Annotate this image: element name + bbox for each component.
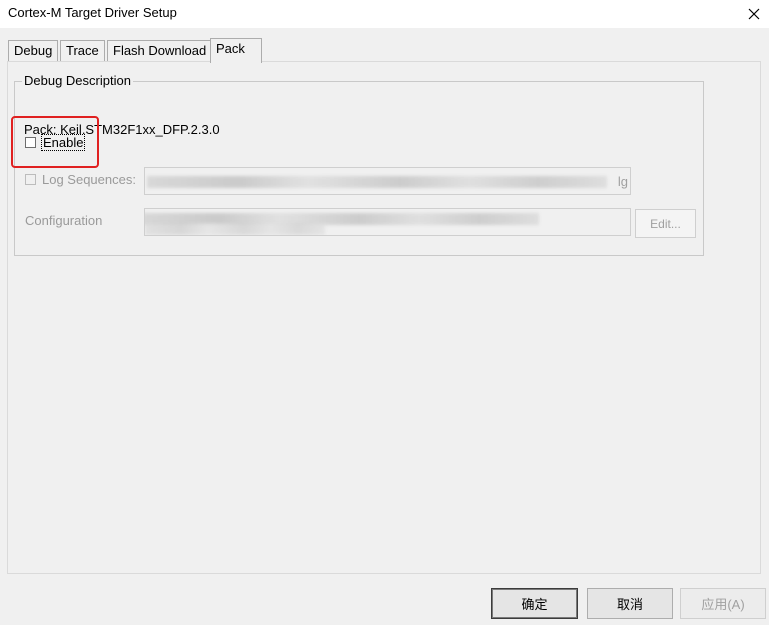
group-title: Debug Description (22, 73, 133, 88)
tab-debug[interactable]: Debug (8, 40, 59, 62)
tab-pack[interactable]: Pack (210, 38, 262, 63)
path-tail: lg (617, 174, 628, 189)
log-sequences-row: Log Sequences: (25, 172, 136, 187)
edit-button: Edit... (635, 209, 696, 238)
tab-label: Debug (14, 43, 53, 58)
enable-label: Enable (40, 134, 86, 151)
configuration-label: Configuration (25, 213, 103, 228)
tab-label: Trace (66, 43, 99, 58)
window-title: Cortex-M Target Driver Setup (8, 5, 177, 20)
dialog-window: Cortex-M Target Driver Setup Debug Trace… (0, 0, 769, 625)
tab-label: Flash Download (113, 43, 207, 58)
enable-checkbox[interactable] (25, 137, 36, 148)
tab-trace[interactable]: Trace (60, 40, 105, 62)
close-button[interactable] (739, 0, 769, 28)
ok-button-label: 确定 (521, 597, 548, 612)
apply-button: 应用(A) (680, 588, 766, 619)
ok-button[interactable]: 确定 (491, 588, 578, 619)
enable-checkbox-row[interactable]: Enable (25, 134, 86, 151)
log-sequences-checkbox (25, 174, 36, 185)
configuration-field (144, 208, 631, 236)
close-icon (748, 8, 760, 20)
edit-button-label: Edit... (650, 216, 681, 231)
apply-button-label: 应用(A) (701, 597, 745, 612)
tab-flash-download[interactable]: Flash Download (107, 40, 213, 62)
cancel-button[interactable]: 取消 (587, 588, 673, 619)
title-bar: Cortex-M Target Driver Setup (0, 0, 769, 28)
redacted-text (145, 223, 325, 235)
log-sequences-label: Log Sequences: (42, 172, 136, 187)
log-sequences-path-field: lg (144, 167, 631, 195)
tab-label: Pack (216, 41, 245, 56)
redacted-text (147, 176, 607, 188)
cancel-button-label: 取消 (616, 597, 643, 612)
pack-tab-panel: Debug Description Pack: Keil.STM32F1xx_D… (7, 61, 761, 574)
